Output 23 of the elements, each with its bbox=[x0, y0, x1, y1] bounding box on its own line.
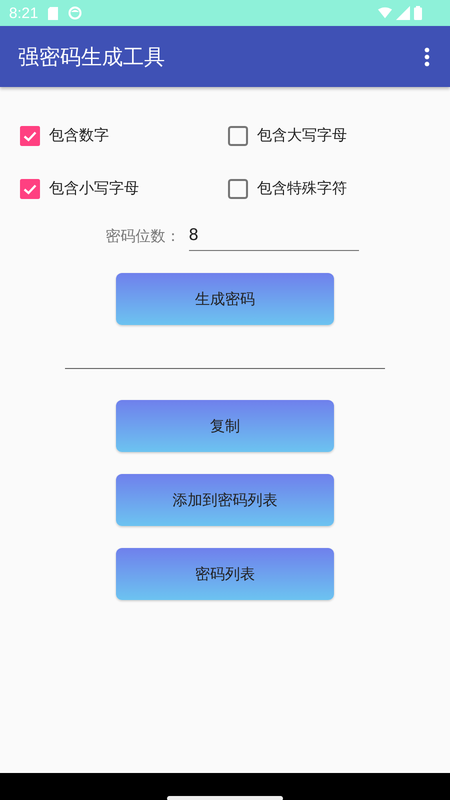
sd-card-icon bbox=[48, 6, 58, 20]
wifi-icon bbox=[378, 6, 392, 20]
battery-icon bbox=[414, 6, 422, 20]
checkbox-label: 包含数字 bbox=[49, 126, 109, 145]
field-label: 密码位数： bbox=[106, 226, 180, 246]
face-icon bbox=[68, 6, 82, 20]
app-title: 强密码生成工具 bbox=[18, 44, 165, 70]
signal-icon bbox=[396, 6, 410, 20]
action-button[interactable]: 添加到密码列表 bbox=[116, 474, 334, 526]
status-time: 8:21 bbox=[9, 4, 38, 22]
checkbox-label: 包含小写字母 bbox=[49, 179, 139, 198]
action-button[interactable]: 密码列表 bbox=[116, 548, 334, 600]
generate-button[interactable]: 生成密码 bbox=[116, 273, 334, 325]
checkbox[interactable] bbox=[228, 126, 248, 146]
home-handle[interactable] bbox=[167, 796, 283, 800]
checkbox[interactable] bbox=[228, 178, 248, 198]
more-options-icon[interactable] bbox=[424, 46, 430, 66]
checkbox-label: 包含特殊字符 bbox=[257, 179, 347, 198]
action-button[interactable]: 复制 bbox=[116, 400, 334, 452]
checkbox[interactable] bbox=[20, 178, 40, 198]
checkbox-label: 包含大写字母 bbox=[257, 126, 347, 145]
length-input[interactable]: 8 bbox=[188, 221, 358, 251]
checkbox[interactable] bbox=[20, 126, 40, 146]
